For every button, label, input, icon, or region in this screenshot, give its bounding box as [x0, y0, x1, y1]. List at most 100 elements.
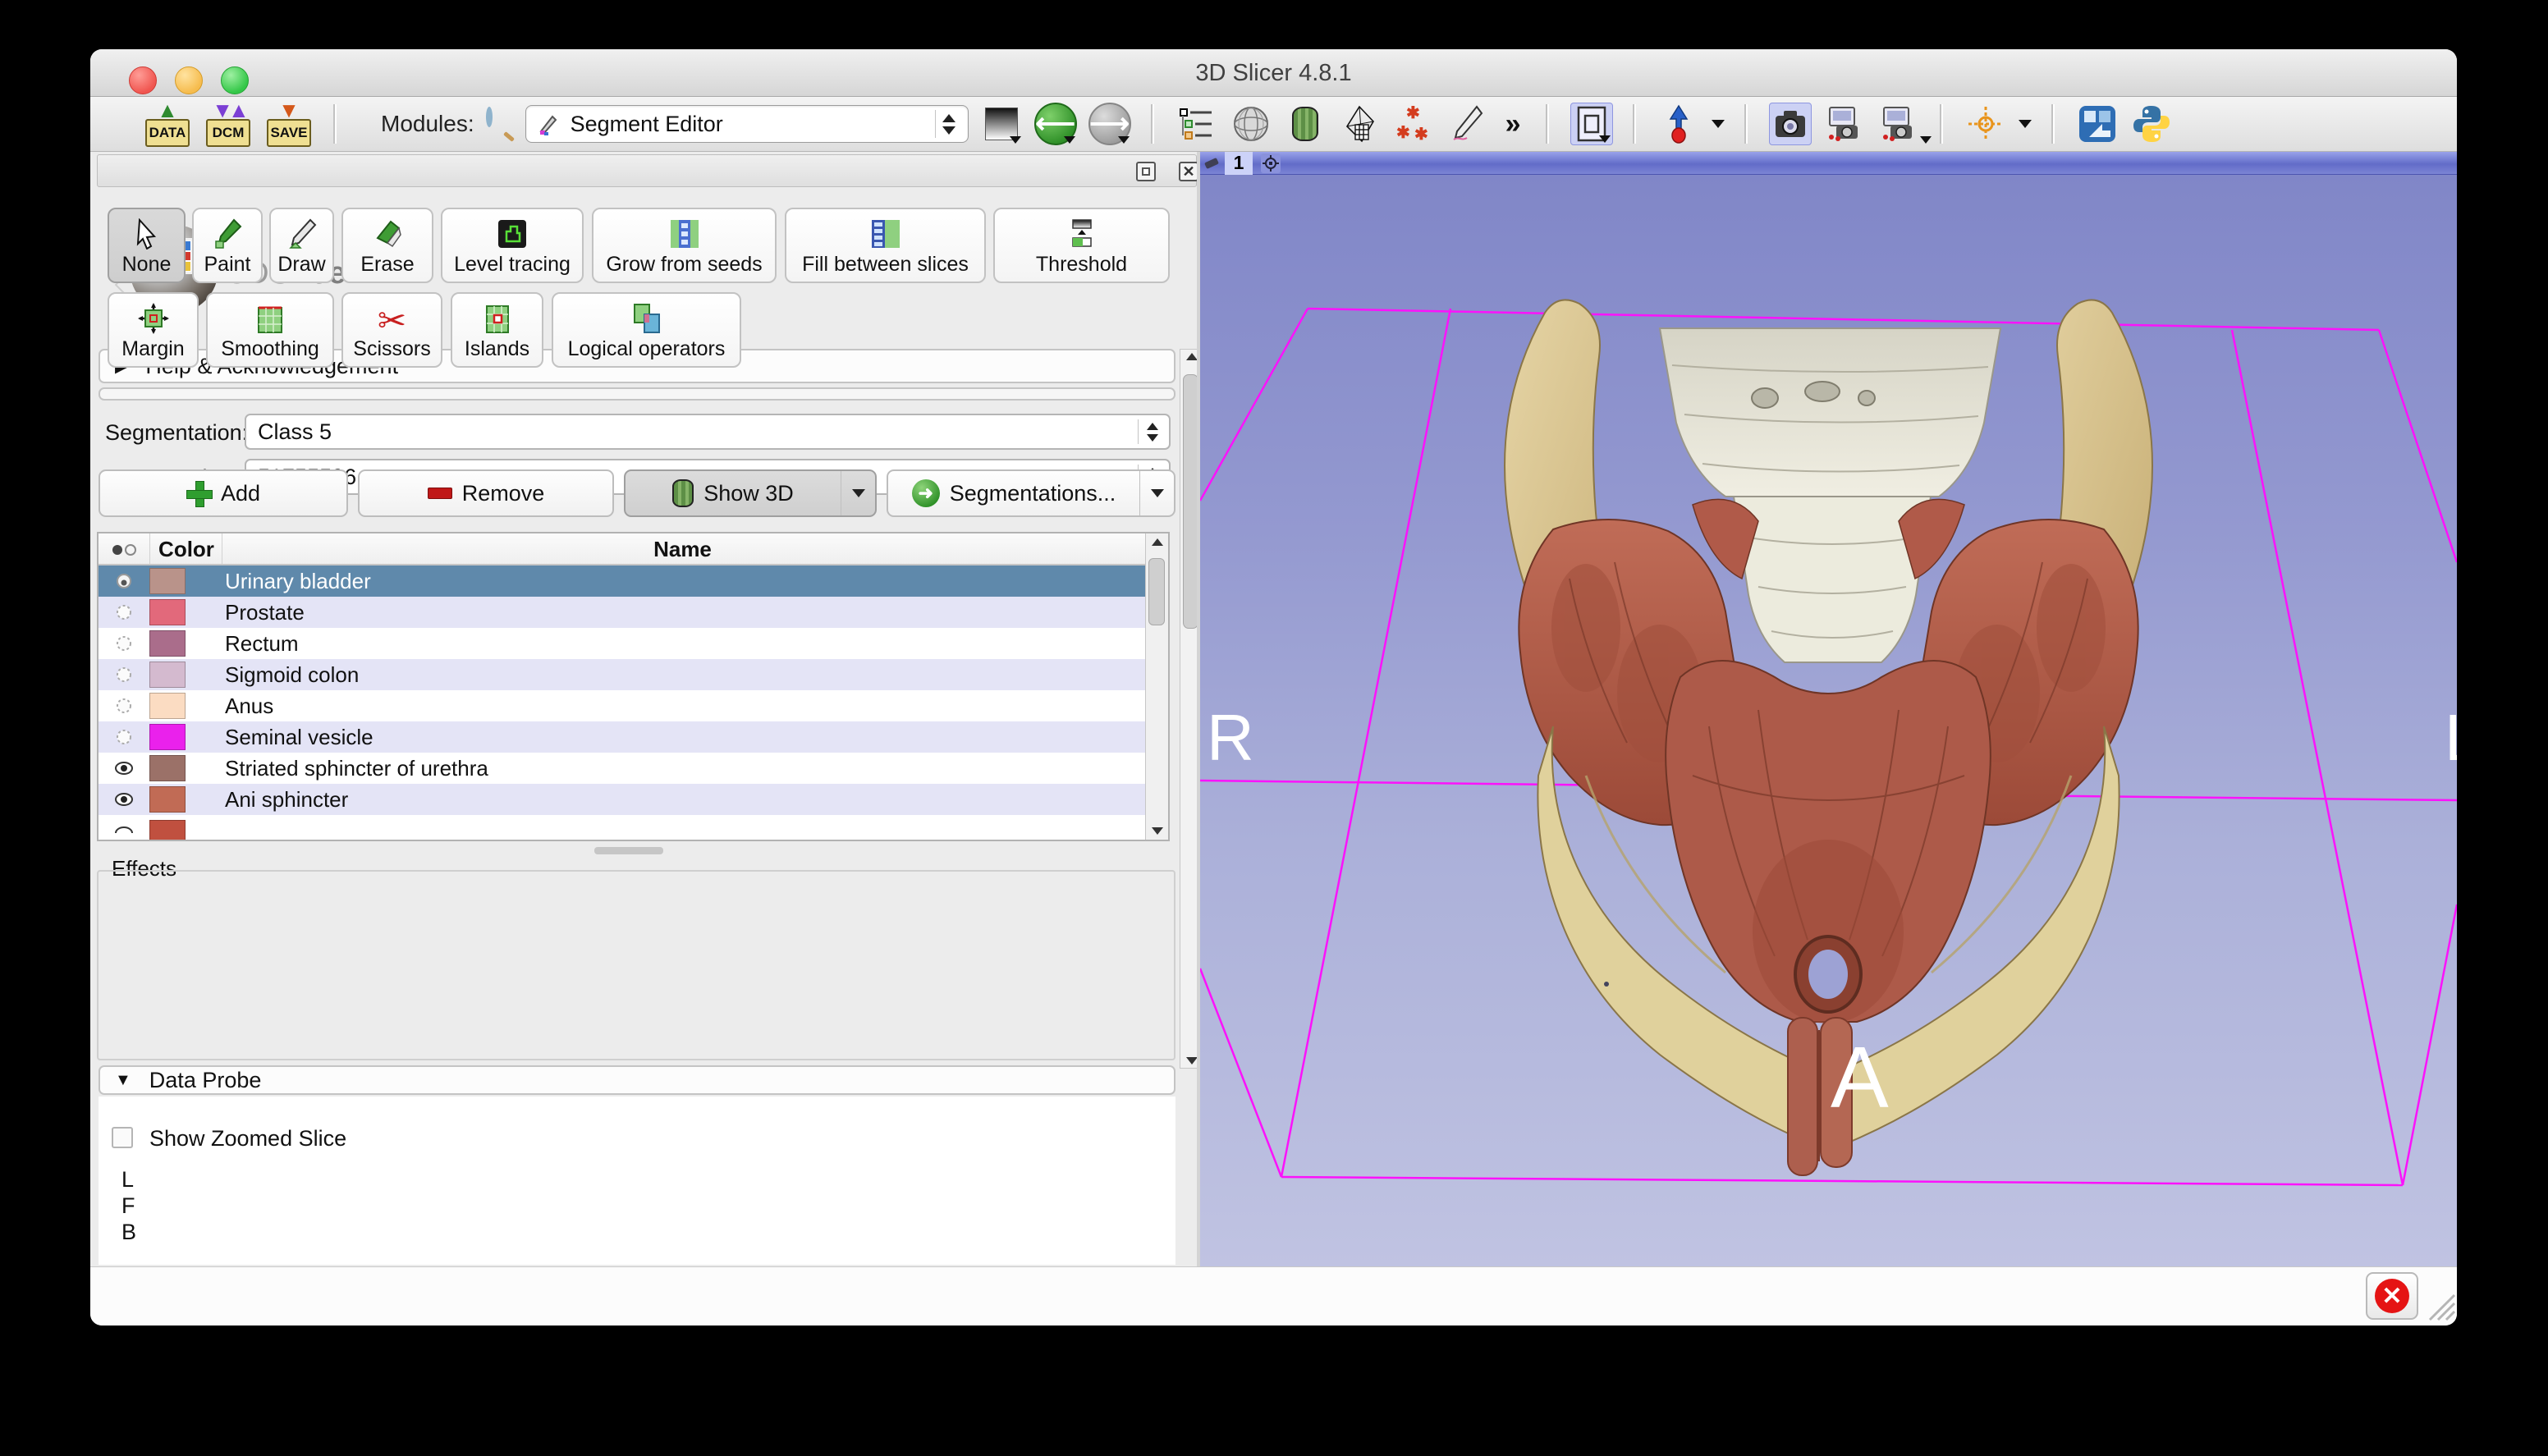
segment-row-prostate[interactable]: Prostate — [99, 597, 1147, 628]
segment-color-swatch[interactable] — [149, 599, 186, 625]
segment-color-swatch[interactable] — [149, 724, 186, 750]
view-controller-bar[interactable]: 1 — [1200, 152, 2457, 175]
show-3d-dropdown[interactable] — [841, 471, 875, 515]
segment-color-swatch[interactable] — [149, 786, 186, 813]
markups-button[interactable]: ✱✱✱ — [1392, 103, 1435, 145]
toolbar-overflow-chevron[interactable]: » — [1505, 108, 1521, 140]
pin-icon[interactable] — [1204, 157, 1219, 168]
segment-color-swatch[interactable] — [149, 693, 186, 719]
visibility-eye-icon[interactable] — [113, 664, 135, 685]
visibility-eye-icon[interactable] — [113, 789, 135, 810]
effect-grow-from-seeds-button[interactable]: Grow from seeds — [592, 208, 777, 283]
module-selector-combobox[interactable]: Segment Editor — [525, 105, 969, 143]
segment-row-anus[interactable]: Anus — [99, 690, 1147, 721]
color-column-header[interactable]: Color — [151, 537, 222, 562]
module-history-button[interactable] — [980, 103, 1023, 145]
volumes-button[interactable] — [1284, 103, 1327, 145]
show-zoomed-slice-checkbox[interactable] — [112, 1127, 133, 1148]
error-log-button[interactable]: ✕ — [2366, 1272, 2418, 1320]
visibility-eye-icon[interactable] — [113, 726, 135, 748]
scene-view-capture-button[interactable] — [1823, 103, 1866, 145]
probe-layer-b: B — [121, 1220, 136, 1245]
visibility-eye-icon[interactable] — [113, 633, 135, 654]
effect-logical-operators-button[interactable]: Logical operators — [552, 292, 741, 368]
scroll-down-icon[interactable] — [1186, 1057, 1198, 1065]
layout-dropdown-icon — [1599, 135, 1611, 143]
visibility-eye-icon[interactable] — [113, 602, 135, 623]
segment-row-striated-sphincter[interactable]: Striated sphincter of urethra — [99, 753, 1147, 784]
volume-rendering-button[interactable] — [1230, 103, 1272, 145]
mouse-mode-dropdown-icon[interactable] — [1712, 120, 1725, 128]
crosshair-dropdown-icon[interactable] — [2019, 120, 2032, 128]
segment-row-seminal-vesicle[interactable]: Seminal vesicle — [99, 721, 1147, 753]
remove-label: Remove — [462, 481, 545, 506]
remove-segment-button[interactable]: Remove — [358, 469, 614, 517]
effect-label: Grow from seeds — [606, 253, 762, 277]
show-3d-button[interactable]: Show 3D — [624, 469, 877, 517]
segmentation-combobox[interactable]: Class 5 — [245, 414, 1171, 450]
segment-row-sigmoid-colon[interactable]: Sigmoid colon — [99, 659, 1147, 690]
scrollbar-thumb[interactable] — [1148, 558, 1165, 625]
segment-color-swatch[interactable] — [149, 755, 186, 781]
effect-scissors-button[interactable]: ✂ Scissors — [341, 292, 442, 368]
visibility-eye-icon[interactable] — [113, 822, 135, 833]
scroll-down-icon[interactable] — [1152, 827, 1163, 835]
module-spinner[interactable] — [935, 110, 963, 138]
segmentation-spinner[interactable] — [1138, 419, 1166, 444]
segment-row-ani-sphincter[interactable]: Ani sphincter — [99, 784, 1147, 815]
load-dicom-button[interactable]: ▼▲ DCM — [204, 101, 253, 147]
effect-paint-button[interactable]: Paint — [192, 208, 263, 283]
segment-color-swatch[interactable] — [149, 568, 186, 594]
effect-margin-button[interactable]: Margin — [108, 292, 199, 368]
segment-color-swatch[interactable] — [149, 820, 186, 841]
effect-erase-button[interactable]: Erase — [341, 208, 433, 283]
segment-row-partial[interactable] — [99, 815, 1147, 841]
threeD-viewport[interactable]: R L A 1 — [1200, 152, 2457, 1266]
segmentations-dropdown[interactable] — [1139, 471, 1174, 515]
scroll-up-icon[interactable] — [1186, 353, 1198, 360]
visibility-eye-icon[interactable] — [113, 758, 135, 779]
panel-resize-grip[interactable] — [594, 847, 663, 854]
segment-color-swatch[interactable] — [149, 630, 186, 657]
segment-table-scrollbar[interactable] — [1145, 533, 1168, 840]
effect-level-tracing-button[interactable]: Level tracing — [441, 208, 584, 283]
visibility-eye-icon[interactable] — [113, 570, 135, 592]
annotations-button[interactable] — [1446, 103, 1489, 145]
mouse-interaction-button[interactable] — [1657, 103, 1700, 145]
screenshot-button[interactable] — [1769, 103, 1812, 145]
view-crosshair-icon[interactable] — [1261, 153, 1281, 173]
python-console-button[interactable] — [2130, 103, 2173, 145]
load-data-button[interactable]: ▲ DATA — [143, 101, 192, 147]
subject-hierarchy-button[interactable] — [1175, 103, 1218, 145]
forward-button[interactable]: ⟶ — [1088, 103, 1131, 145]
extensions-manager-button[interactable] — [2076, 103, 2119, 145]
panel-close-button[interactable]: ✕ — [1179, 162, 1198, 181]
effect-fill-between-slices-button[interactable]: Fill between slices — [785, 208, 986, 283]
effect-none-button[interactable]: None — [108, 208, 186, 283]
effect-draw-button[interactable]: Draw — [269, 208, 334, 283]
models-button[interactable] — [1338, 103, 1381, 145]
anatomy-render[interactable] — [1200, 152, 2457, 1266]
panel-float-button[interactable] — [1136, 162, 1156, 181]
effect-label: Fill between slices — [802, 253, 969, 277]
scene-view-restore-button[interactable] — [1877, 103, 1920, 145]
effect-smoothing-button[interactable]: Smoothing — [206, 292, 334, 368]
layout-selector-button[interactable] — [1570, 103, 1613, 145]
data-probe-section[interactable]: ▼ Data Probe — [99, 1065, 1175, 1095]
back-button[interactable]: ⟵ — [1034, 103, 1077, 145]
scroll-up-icon[interactable] — [1152, 538, 1163, 546]
module-search-icon[interactable] — [486, 110, 514, 138]
segment-row-urinary-bladder[interactable]: Urinary bladder — [99, 565, 1147, 597]
segmentations-button[interactable]: ➜ Segmentations... — [887, 469, 1175, 517]
effect-islands-button[interactable]: Islands — [451, 292, 543, 368]
add-segment-button[interactable]: Add — [99, 469, 348, 517]
segment-color-swatch[interactable] — [149, 662, 186, 688]
save-button[interactable]: ▼ SAVE — [264, 101, 314, 147]
segment-row-rectum[interactable]: Rectum — [99, 628, 1147, 659]
resize-grip[interactable] — [2422, 1287, 2456, 1321]
visibility-eye-icon[interactable] — [113, 695, 135, 717]
name-column-header[interactable]: Name — [222, 537, 1143, 562]
effect-threshold-button[interactable]: Threshold — [993, 208, 1170, 283]
crosshair-button[interactable] — [1964, 103, 2007, 145]
svg-text:✱: ✱ — [1396, 124, 1410, 142]
